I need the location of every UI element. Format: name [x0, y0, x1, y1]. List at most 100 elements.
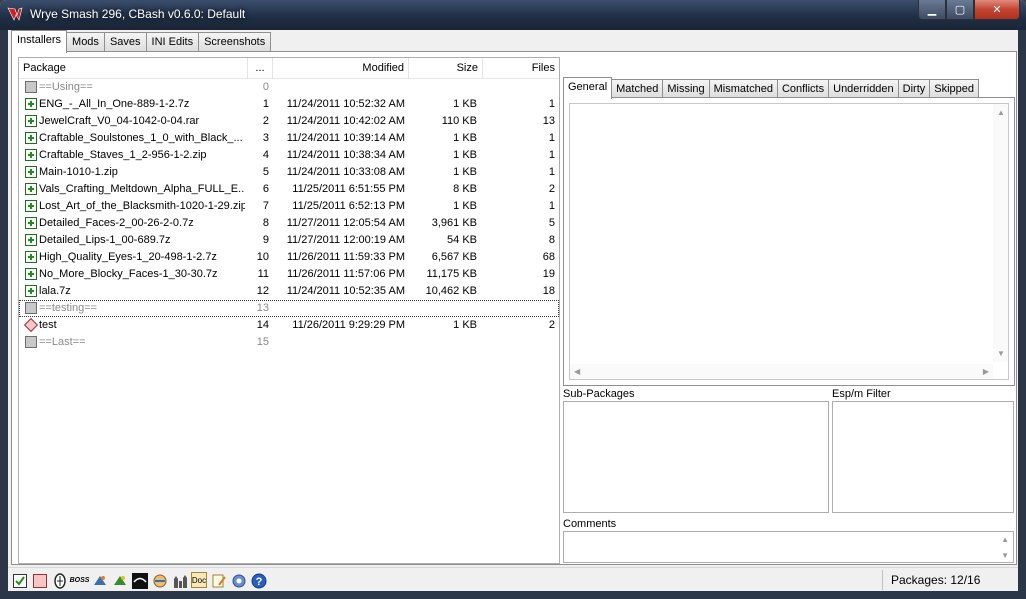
package-modified: 11/26/2011 11:57:06 PM	[286, 268, 405, 280]
table-row[interactable]: Detailed_Faces-2_00-26-2-0.7z 8 11/27/2011…	[19, 215, 559, 232]
tab-dirty[interactable]: Dirty	[897, 79, 931, 98]
table-row[interactable]: Main-1010-1.zip 5 11/24/2011 10:33:08 AM 1 …	[19, 164, 559, 181]
package-modified: 11/24/2011 10:52:32 AM	[286, 98, 405, 110]
comments-textarea[interactable]: ▲ ▼	[563, 531, 1014, 563]
tab-underridden[interactable]: Underridden	[828, 79, 899, 98]
package-order: 4	[262, 149, 269, 161]
package-name: Detailed_Faces-2_00-26-2-0.7z	[39, 217, 194, 229]
package-order: 2	[262, 115, 269, 127]
doc-icon[interactable]: Doc	[191, 572, 207, 588]
checkbox-green-icon[interactable]	[11, 572, 28, 589]
comments-scroll-up-icon[interactable]: ▲	[1001, 535, 1009, 544]
blender-icon[interactable]	[91, 572, 108, 589]
espm-filter-list[interactable]	[832, 401, 1014, 513]
launcher-toolbar: BOSS Doc ?	[11, 572, 267, 589]
package-modified: 11/24/2011 10:33:08 AM	[286, 166, 405, 178]
castle-icon[interactable]	[171, 572, 188, 589]
tab-ini-edits[interactable]: INI Edits	[145, 32, 200, 52]
tab-mods[interactable]: Mods	[66, 32, 105, 52]
table-row[interactable]: ==Last== 15	[19, 334, 559, 351]
window-title: Wrye Smash 296, CBash v0.6.0: Default	[30, 7, 246, 21]
package-size: 6,567 KB	[431, 251, 477, 263]
column-header-modified[interactable]: Modified	[273, 58, 409, 78]
notepad-icon[interactable]	[210, 572, 227, 589]
general-info-text[interactable]: ▲ ▼ ◀ ▶	[569, 103, 1009, 380]
table-row[interactable]: Vals_Crafting_Meltdown_Alpha_FULL_E... 6 1…	[19, 181, 559, 198]
tab-general[interactable]: General	[563, 77, 613, 99]
marker-icon	[25, 302, 37, 314]
window-frame-left	[0, 30, 8, 591]
table-row[interactable]: No_More_Blocky_Faces-1_30-30.7z 11 11/26/2…	[19, 266, 559, 283]
installed-plus-icon	[25, 98, 37, 110]
package-list[interactable]: Package ... Modified Size Files ==Using=…	[18, 57, 560, 564]
package-name: Craftable_Soulstones_1_0_with_Black_...	[39, 132, 243, 144]
tes-editor-icon[interactable]	[131, 572, 148, 589]
package-files: 8	[548, 234, 555, 246]
oblivion-seal-icon[interactable]	[51, 572, 68, 589]
installed-plus-icon	[25, 183, 37, 195]
table-row[interactable]: Lost_Art_of_the_Blacksmith-1020-1-29.zip…	[19, 198, 559, 215]
settings-icon[interactable]	[230, 572, 247, 589]
comments-scroll-down-icon[interactable]: ▼	[1001, 551, 1009, 560]
general-horizontal-scrollbar[interactable]: ◀ ▶	[570, 364, 993, 379]
close-icon: ✕	[992, 4, 1002, 16]
package-size: 54 KB	[447, 234, 477, 246]
tab-matched[interactable]: Matched	[611, 79, 664, 98]
package-name: JewelCraft_V0_04-1042-0-04.rar	[39, 115, 200, 127]
tab-mismatched[interactable]: Mismatched	[708, 79, 778, 98]
table-row[interactable]: test 14 11/26/2011 9:29:29 PM 1 KB 2	[19, 317, 559, 334]
package-size	[407, 334, 477, 351]
package-files: 68	[542, 251, 555, 263]
table-row[interactable]: ==testing== 13	[19, 300, 559, 317]
column-header-package[interactable]: Package	[19, 58, 248, 78]
espm-filter-label: Esp/m Filter	[832, 388, 891, 400]
sub-packages-list[interactable]	[563, 401, 829, 513]
globe-icon[interactable]	[151, 572, 168, 589]
tab-installers[interactable]: Installers	[11, 30, 68, 53]
package-size	[407, 79, 477, 96]
blender-alt-icon[interactable]	[111, 572, 128, 589]
package-files: 19	[542, 268, 555, 280]
boss-icon[interactable]: BOSS	[70, 572, 90, 589]
general-vertical-scrollbar[interactable]: ▲ ▼	[993, 104, 1008, 362]
marker-icon	[25, 81, 37, 93]
table-row[interactable]: High_Quality_Eyes-1_20-498-1-2.7z 10 11/26…	[19, 249, 559, 266]
table-row[interactable]: JewelCraft_V0_04-1042-0-04.rar 2 11/24/201…	[19, 113, 559, 130]
scroll-down-icon[interactable]: ▼	[997, 349, 1005, 358]
minimize-button[interactable]: ▁	[918, 0, 946, 20]
tab-screenshots[interactable]: Screenshots	[198, 32, 272, 52]
tab-missing[interactable]: Missing	[662, 79, 710, 98]
tab-skipped[interactable]: Skipped	[929, 79, 980, 98]
column-header-files[interactable]: Files	[483, 58, 559, 78]
package-size: 1 KB	[453, 149, 477, 161]
table-row[interactable]: Detailed_Lips-1_00-689.7z 9 11/27/2011 12:…	[19, 232, 559, 249]
scroll-left-icon[interactable]: ◀	[574, 367, 580, 376]
tab-saves[interactable]: Saves	[103, 32, 147, 52]
scroll-right-icon[interactable]: ▶	[983, 367, 989, 376]
close-button[interactable]: ✕	[974, 0, 1020, 20]
help-icon[interactable]: ?	[250, 572, 267, 589]
installed-plus-icon	[25, 268, 37, 280]
scroll-up-icon[interactable]: ▲	[997, 108, 1005, 117]
package-modified: 11/26/2011 9:29:29 PM	[292, 319, 405, 331]
tab-conflicts[interactable]: Conflicts	[776, 79, 830, 98]
table-row[interactable]: Craftable_Soulstones_1_0_with_Black_... 3…	[19, 130, 559, 147]
table-row[interactable]: ENG_-_All_In_One-889-1-2.7z 1 11/24/2011 1…	[19, 96, 559, 113]
column-header-size[interactable]: Size	[409, 58, 483, 78]
checkbox-red-icon[interactable]	[31, 572, 48, 589]
column-header-order[interactable]: ...	[248, 58, 273, 78]
package-files: 1	[548, 166, 555, 178]
title-bar[interactable]: Wrye Smash 296, CBash v0.6.0: Default ▁ …	[0, 0, 1026, 30]
package-size: 1 KB	[453, 132, 477, 144]
package-name: No_More_Blocky_Faces-1_30-30.7z	[39, 268, 218, 280]
maximize-button[interactable]: ▢	[946, 0, 974, 20]
table-row[interactable]: Craftable_Staves_1_2-956-1-2.zip 4 11/24/2…	[19, 147, 559, 164]
main-tab-strip: Installers Mods Saves INI Edits Screensh…	[11, 30, 272, 53]
installed-plus-icon	[25, 149, 37, 161]
package-order: 6	[262, 183, 269, 195]
package-files: 2	[548, 183, 555, 195]
table-row[interactable]: lala.7z 12 11/24/2011 10:52:35 AM 10,462 KB…	[19, 283, 559, 300]
table-row[interactable]: ==Using== 0	[19, 79, 559, 96]
detail-tab-strip: General Matched Missing Mismatched Confl…	[563, 77, 980, 99]
package-files: 1	[548, 98, 555, 110]
